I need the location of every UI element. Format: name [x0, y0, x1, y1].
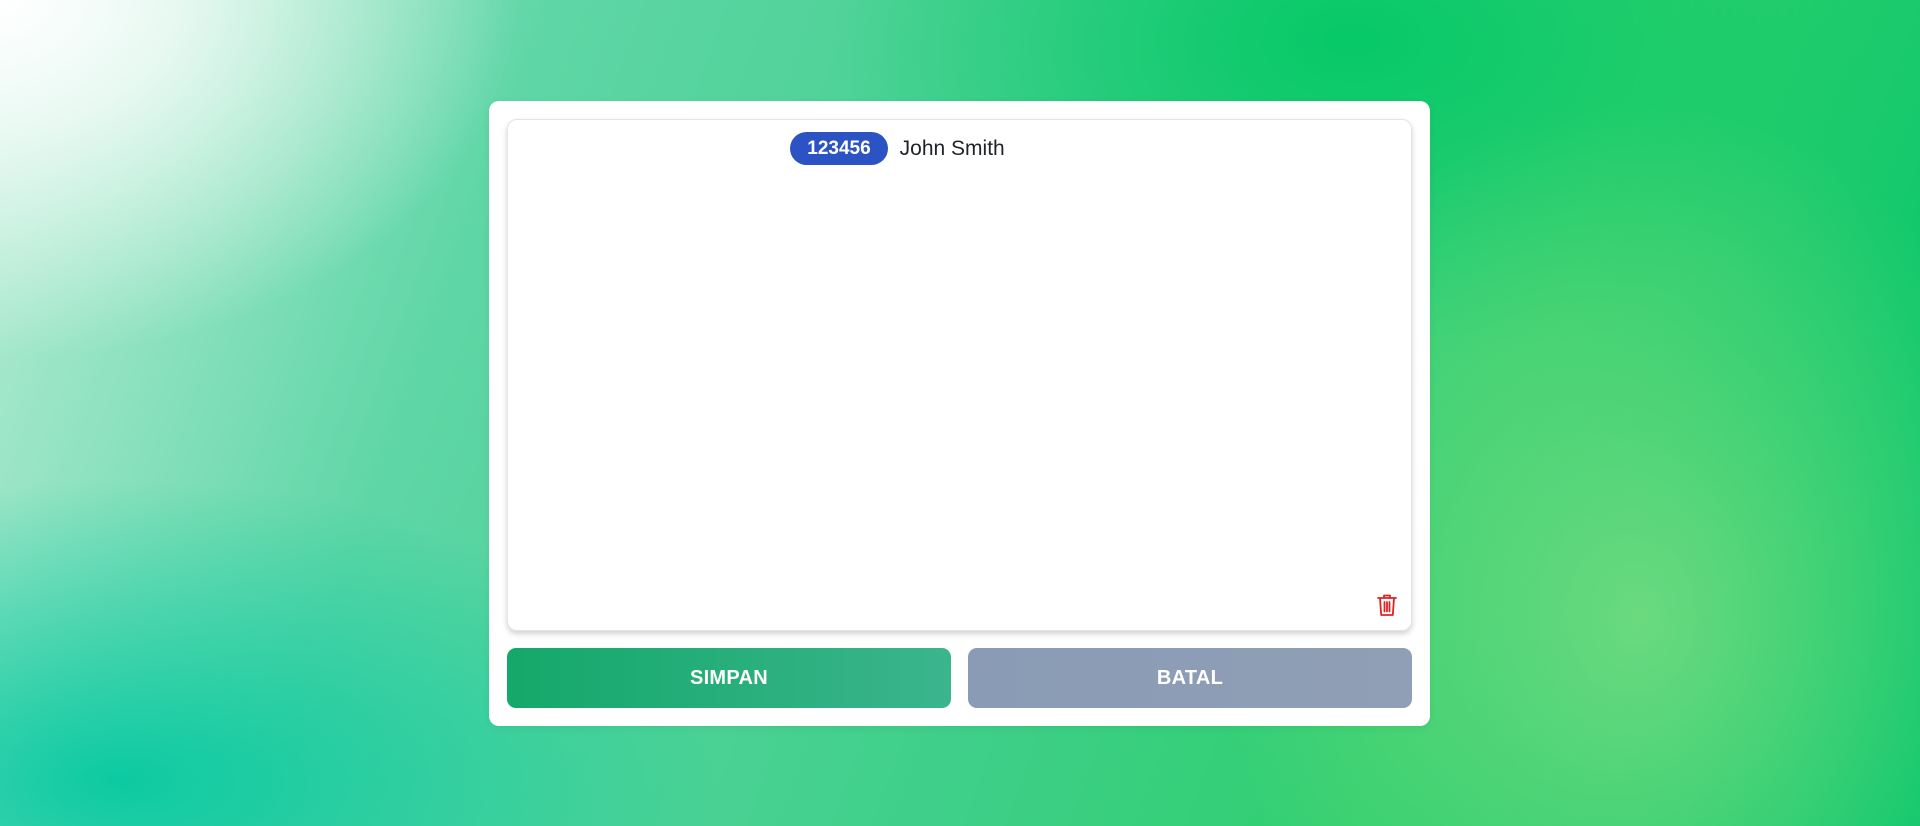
trash-icon[interactable] [1376, 593, 1398, 617]
record-header: 123456 John Smith [508, 132, 1411, 165]
dialog-card: 123456 John Smith SIMPAN BATAL [489, 101, 1430, 726]
signature-canvas[interactable]: 123456 John Smith [507, 119, 1412, 631]
save-button[interactable]: SIMPAN [507, 648, 951, 708]
person-name: John Smith [899, 136, 1005, 160]
id-badge: 123456 [790, 132, 888, 165]
cancel-button[interactable]: BATAL [968, 648, 1412, 708]
